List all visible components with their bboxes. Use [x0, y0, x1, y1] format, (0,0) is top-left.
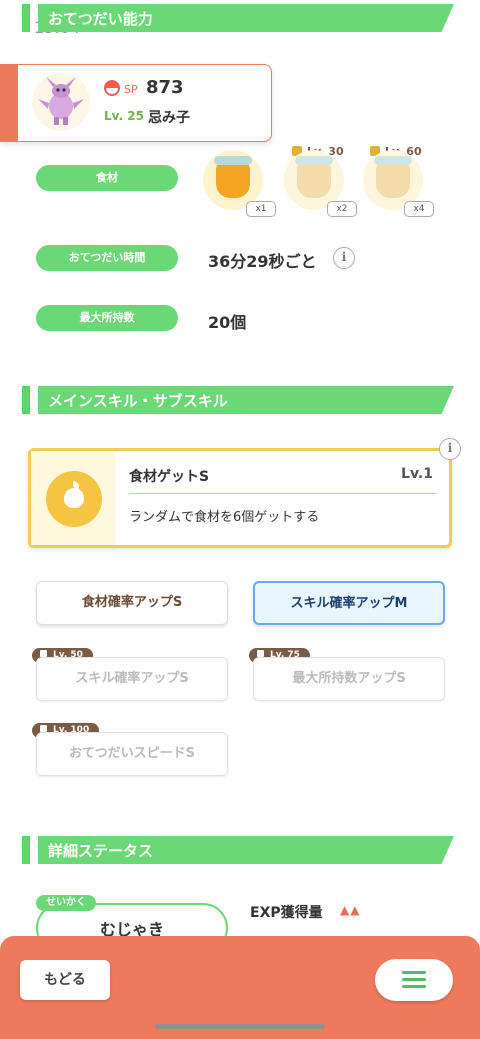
home-indicator[interactable] — [155, 1024, 325, 1029]
max-carry-value: 20個 — [208, 313, 247, 332]
lock-icon — [257, 650, 264, 657]
sub-skill-5[interactable]: おてつだいスピードS — [36, 732, 228, 776]
info-icon[interactable]: i — [439, 438, 461, 460]
sp-value: 873 — [146, 77, 184, 98]
menu-button[interactable] — [375, 959, 453, 1001]
honey-icon — [376, 160, 410, 198]
main-skill-description: ランダムで食材を6個ゲットする — [129, 510, 320, 525]
pokemon-summary-card: SP 873 Lv. 25 忌み子 — [0, 64, 272, 142]
lock-icon — [40, 725, 47, 732]
ingredient-qty-3: x4 — [404, 201, 434, 217]
lock-icon — [40, 650, 47, 657]
info-icon[interactable]: i — [333, 247, 355, 269]
pokemon-portrait — [32, 73, 90, 131]
ingredient-qty-1: x1 — [246, 201, 276, 217]
section-title: おてつだい能力 — [48, 10, 153, 28]
help-time-value: 36分29秒ごと — [208, 252, 317, 271]
pokemon-name: 忌み子 — [148, 110, 190, 126]
honey-icon — [216, 160, 250, 198]
pokeball-icon — [104, 80, 120, 96]
section-title: 詳細ステータス — [48, 842, 154, 860]
bottom-nav-bar: もどる — [0, 936, 480, 1039]
section-header-otetsudai: おてつだい能力 — [22, 4, 454, 32]
sub-skill-2[interactable]: スキル確率アップM — [253, 581, 445, 625]
back-button[interactable]: もどる — [20, 960, 110, 1000]
main-skill-level: Lv.1 — [401, 466, 433, 482]
pokemon-level: Lv. 25 — [104, 109, 144, 123]
exp-up-indicator: ▲▲ — [340, 903, 361, 917]
main-skill-card[interactable]: 食材ゲットS Lv.1 ランダムで食材を6個ゲットする — [28, 448, 452, 548]
ingredient-qty-2: x2 — [327, 201, 357, 217]
apple-icon — [46, 471, 102, 527]
sub-skill-1[interactable]: 食材確率アップS — [36, 581, 228, 625]
sub-skill-3[interactable]: スキル確率アップS — [36, 657, 228, 701]
nature-tag: せいかく — [36, 895, 96, 911]
max-carry-label: 最大所持数 — [36, 305, 178, 331]
ingredients-label: 食材 — [36, 165, 178, 191]
section-header-skills: メインスキル・サブスキル — [22, 386, 454, 414]
main-skill-name: 食材ゲットS — [129, 469, 210, 485]
exp-gain-label: EXP獲得量 — [250, 905, 323, 921]
sub-skill-4[interactable]: 最大所持数アップS — [253, 657, 445, 701]
sp-label: SP — [124, 83, 138, 96]
section-header-details: 詳細ステータス — [22, 836, 454, 864]
honey-icon — [297, 160, 331, 198]
help-time-label: おてつだい時間 — [36, 245, 178, 271]
section-title: メインスキル・サブスキル — [48, 392, 228, 410]
